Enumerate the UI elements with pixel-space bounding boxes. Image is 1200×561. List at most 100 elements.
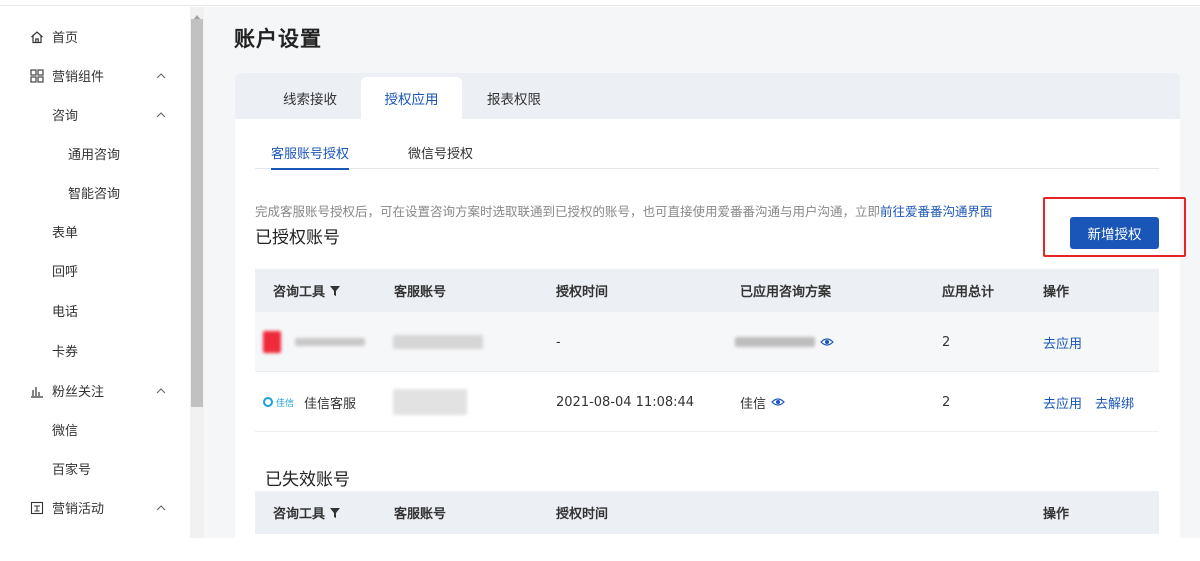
settings-card: 线索接收 授权应用 报表权限 客服账号授权 微信号授权 完成客服账号授权后，可在… bbox=[235, 73, 1180, 538]
sidebar-item-label: 通用咨询 bbox=[68, 148, 121, 163]
jiaxin-logo: 佳信 bbox=[263, 396, 294, 409]
chevron-up-icon[interactable] bbox=[155, 502, 167, 514]
table-row: 佳信 佳信客服 2021-08-04 11:08:44 佳信 2 去应用 去解绑 bbox=[255, 372, 1159, 432]
subtab-service-account[interactable]: 客服账号授权 bbox=[271, 135, 350, 170]
sidebar-item-label: 营销组件 bbox=[52, 70, 105, 85]
scrollbar-thumb[interactable] bbox=[191, 19, 203, 407]
sidebar-item-phone[interactable]: 电话 bbox=[0, 291, 190, 330]
jiaxin-logo-icon bbox=[263, 397, 273, 407]
header-actions: 操作 bbox=[1043, 507, 1070, 522]
sidebar-item-callback[interactable]: 回呼 bbox=[0, 251, 190, 290]
sidebar-item-home[interactable]: 首页 bbox=[0, 17, 190, 56]
sidebar-item-marketing-components[interactable]: 营销组件 bbox=[0, 56, 190, 95]
sidebar: 首页 营销组件 咨询 通用咨询 智能咨询 表单 回呼 电话 卡券 粉丝关注 微信 bbox=[0, 7, 190, 538]
table-header: 咨询工具 客服账号 授权时间 已应用咨询方案 应用总计 操作 bbox=[255, 269, 1159, 312]
apply-link[interactable]: 去应用 bbox=[1043, 333, 1082, 352]
header-time: 授权时间 bbox=[556, 507, 609, 522]
sidebar-item-label: 百家号 bbox=[52, 463, 92, 478]
apply-link[interactable]: 去应用 bbox=[1043, 393, 1082, 412]
subtab-bar: 客服账号授权 微信号授权 bbox=[255, 135, 1159, 170]
sidebar-item-wechat[interactable]: 微信 bbox=[0, 410, 190, 449]
tool-cell: 佳信 佳信客服 bbox=[263, 372, 356, 432]
sidebar-item-form[interactable]: 表单 bbox=[0, 212, 190, 251]
plan-cell: 佳信 bbox=[740, 372, 785, 432]
sidebar-scrollbar[interactable] bbox=[190, 7, 204, 538]
highlight-annotation bbox=[1043, 197, 1186, 257]
sidebar-item-label: 微信 bbox=[52, 424, 79, 439]
sidebar-item-label: 首页 bbox=[52, 31, 79, 46]
table-header: 咨询工具 客服账号 授权时间 操作 bbox=[255, 491, 1159, 534]
header-account: 客服账号 bbox=[394, 507, 447, 522]
notice-body: 完成客服账号授权后，可在设置咨询方案时选取联通到已授权的账号，也可直接使用爱番番… bbox=[255, 204, 881, 219]
tool-cell bbox=[263, 312, 365, 372]
home-icon bbox=[30, 30, 44, 44]
account-redacted bbox=[393, 335, 483, 349]
sidebar-item-consult[interactable]: 咨询 bbox=[0, 95, 190, 134]
header-plan: 已应用咨询方案 bbox=[740, 285, 832, 300]
expired-table: 咨询工具 客服账号 授权时间 操作 bbox=[255, 491, 1159, 535]
bottom-margin bbox=[0, 538, 1200, 561]
tab-report-permissions[interactable]: 报表权限 bbox=[469, 77, 559, 119]
chevron-up-icon[interactable] bbox=[155, 385, 167, 397]
authorized-section-title: 已授权账号 bbox=[255, 228, 340, 248]
aifanfan-link[interactable]: 前往爱番番沟通界面 bbox=[880, 204, 993, 219]
bar-chart-icon bbox=[30, 384, 44, 398]
eye-icon[interactable] bbox=[771, 397, 785, 407]
tool-logo-redacted bbox=[263, 331, 281, 353]
tab-lead-receiving[interactable]: 线索接收 bbox=[265, 77, 355, 119]
sidebar-item-general-consult[interactable]: 通用咨询 bbox=[0, 134, 190, 173]
header-account: 客服账号 bbox=[394, 285, 447, 300]
table-row: - 2 去应用 bbox=[255, 312, 1159, 372]
grid-icon bbox=[30, 68, 44, 83]
gift-icon bbox=[30, 501, 44, 515]
notice-text: 完成客服账号授权后，可在设置咨询方案时选取联通到已授权的账号，也可直接使用爱番番… bbox=[255, 201, 993, 220]
expired-section-title: 已失效账号 bbox=[265, 470, 350, 490]
account-cell bbox=[393, 312, 483, 372]
time-cell: - bbox=[556, 334, 561, 350]
header-time: 授权时间 bbox=[556, 285, 609, 300]
sidebar-item-label: 卡券 bbox=[52, 345, 79, 360]
tool-name-redacted bbox=[295, 338, 365, 346]
account-cell bbox=[393, 372, 467, 432]
eye-icon[interactable] bbox=[820, 337, 834, 347]
jiaxin-logo-text: 佳信 bbox=[276, 398, 295, 409]
sidebar-item-label: 营销活动 bbox=[52, 502, 105, 517]
sidebar-item-label: 咨询 bbox=[52, 109, 79, 124]
sidebar-item-label: 表单 bbox=[52, 226, 79, 241]
sidebar-item-label: 电话 bbox=[52, 305, 79, 320]
filter-icon[interactable] bbox=[330, 285, 341, 296]
header-total: 应用总计 bbox=[942, 285, 995, 300]
sidebar-item-coupon[interactable]: 卡券 bbox=[0, 331, 190, 370]
top-border bbox=[0, 0, 1200, 6]
header-label: 咨询工具 bbox=[273, 285, 326, 300]
header-tool: 咨询工具 bbox=[273, 491, 341, 534]
actions-cell: 去应用 去解绑 bbox=[1043, 372, 1147, 432]
time-cell: 2021-08-04 11:08:44 bbox=[556, 394, 695, 410]
total-cell: 2 bbox=[942, 334, 951, 350]
plan-cell bbox=[735, 312, 834, 372]
subtab-wechat-account[interactable]: 微信号授权 bbox=[408, 135, 473, 169]
total-cell: 2 bbox=[942, 394, 951, 410]
page-title: 账户设置 bbox=[234, 27, 322, 51]
header-label: 咨询工具 bbox=[273, 507, 326, 522]
tab-authorized-apps[interactable]: 授权应用 bbox=[361, 77, 462, 119]
filter-icon[interactable] bbox=[330, 507, 341, 518]
unbind-link[interactable]: 去解绑 bbox=[1095, 393, 1134, 412]
scroll-up-arrow-icon[interactable] bbox=[193, 9, 201, 20]
authorized-table: 咨询工具 客服账号 授权时间 已应用咨询方案 应用总计 操作 - 2 去应用 佳… bbox=[255, 269, 1159, 433]
sidebar-item-smart-consult[interactable]: 智能咨询 bbox=[0, 173, 190, 212]
chevron-up-icon[interactable] bbox=[155, 70, 167, 82]
header-tool: 咨询工具 bbox=[273, 269, 341, 312]
plan-redacted bbox=[735, 337, 815, 347]
sidebar-item-baijiahao[interactable]: 百家号 bbox=[0, 449, 190, 488]
main-content: 账户设置 线索接收 授权应用 报表权限 客服账号授权 微信号授权 完成客服账号授… bbox=[204, 7, 1200, 538]
tool-name: 佳信客服 bbox=[304, 396, 357, 412]
actions-cell: 去应用 bbox=[1043, 312, 1095, 372]
plan-name: 佳信 bbox=[740, 396, 767, 412]
tab-bar: 线索接收 授权应用 报表权限 bbox=[235, 73, 1180, 119]
sidebar-item-label: 粉丝关注 bbox=[52, 385, 105, 400]
sidebar-item-label: 回呼 bbox=[52, 265, 79, 280]
sidebar-item-fans[interactable]: 粉丝关注 bbox=[0, 371, 190, 410]
chevron-up-icon[interactable] bbox=[155, 109, 167, 121]
sidebar-item-marketing-activity[interactable]: 营销活动 bbox=[0, 488, 190, 527]
